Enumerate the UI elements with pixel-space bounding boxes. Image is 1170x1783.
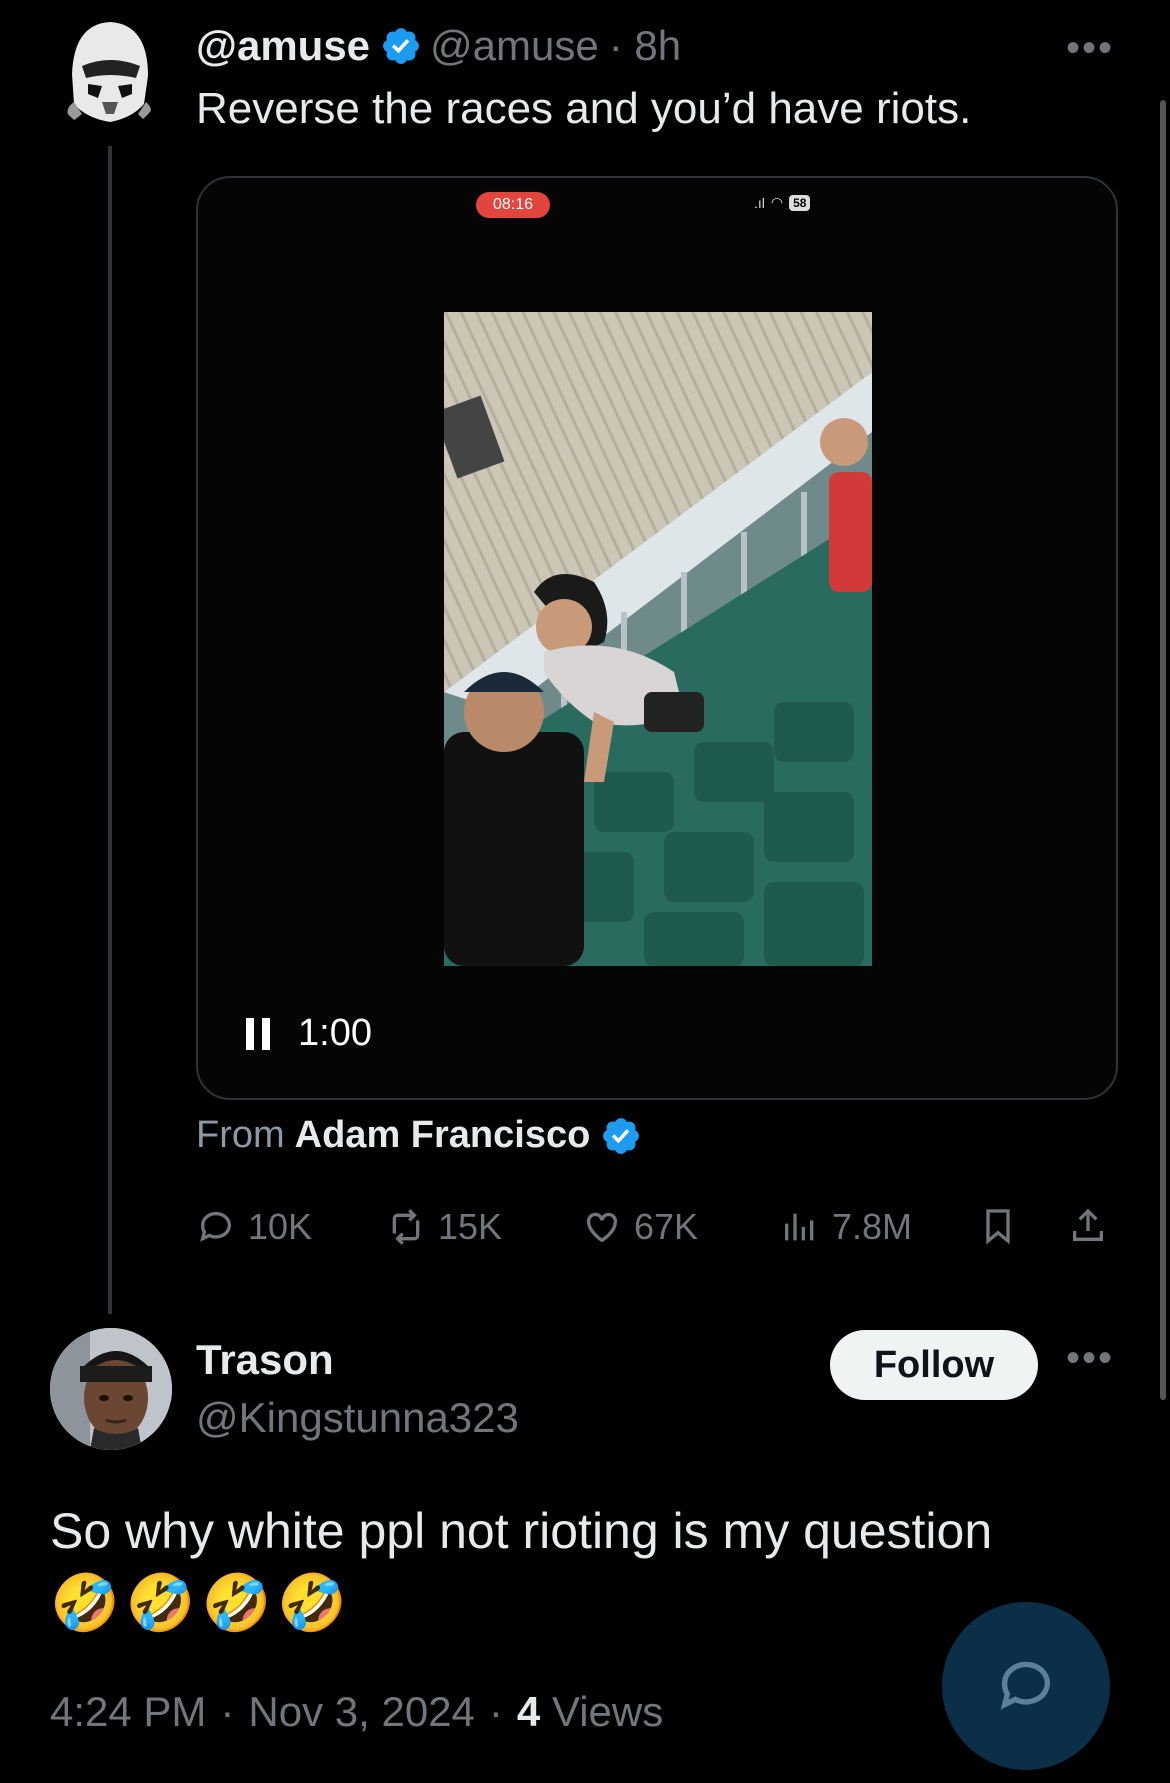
like-button[interactable]: 67K	[582, 1206, 698, 1248]
video-frame[interactable]	[444, 312, 872, 966]
tweet-header: @amuse @amuse · 8h	[196, 22, 681, 70]
share-button[interactable]	[1068, 1206, 1108, 1246]
stadium-video-image	[444, 312, 872, 966]
from-label: From	[196, 1114, 285, 1156]
recording-time-pill: 08:16	[476, 192, 550, 218]
bookmark-icon	[986, 1209, 1010, 1245]
separator: ·	[220, 1688, 235, 1735]
avatar[interactable]	[50, 1328, 172, 1450]
rofl-emoji-icon: 🤣	[277, 1571, 347, 1634]
profile-photo-icon	[50, 1328, 172, 1450]
views-count: 7.8M	[832, 1206, 913, 1247]
separator: ·	[488, 1688, 503, 1735]
bookmark-button[interactable]	[978, 1206, 1018, 1246]
status-icons: .ıl ◠ 58	[754, 194, 811, 211]
views-label: Views	[551, 1688, 664, 1735]
battery-icon: 58	[789, 194, 811, 211]
reply-icon	[200, 1211, 231, 1242]
tweet-text: Reverse the races and you’d have riots.	[196, 84, 972, 133]
pause-icon[interactable]	[246, 1017, 272, 1050]
avatar[interactable]	[52, 14, 164, 132]
views-count: 4	[516, 1688, 541, 1735]
display-name[interactable]: @amuse	[196, 22, 370, 70]
more-icon[interactable]: •••	[1066, 26, 1114, 71]
compose-reply-icon	[1000, 1661, 1050, 1710]
display-name[interactable]: Trason	[196, 1336, 334, 1384]
handle[interactable]: @Kingstunna323	[196, 1394, 519, 1442]
handle: @amuse	[430, 22, 599, 69]
tweet-detail-page: @amuse @amuse · 8h ••• Reverse the races…	[0, 0, 1170, 1783]
thread-line	[108, 146, 112, 1314]
like-icon	[586, 1212, 618, 1243]
share-icon	[1073, 1208, 1103, 1241]
verified-badge-icon	[600, 1115, 642, 1157]
rofl-emoji-icon: 🤣	[201, 1571, 272, 1634]
post-time: 4:24 PM	[50, 1688, 207, 1735]
rofl-emoji-icon: 🤣	[50, 1571, 120, 1634]
reply-text: So why white ppl not rioting is my quest…	[50, 1503, 993, 1559]
post-date: Nov 3, 2024	[248, 1688, 475, 1735]
views-button[interactable]: 7.8M	[780, 1206, 912, 1248]
views-icon	[785, 1213, 814, 1241]
elapsed-time: 1:00	[298, 1012, 372, 1054]
tweet-meta: 4:24 PM · Nov 3, 2024 · 4 Views	[50, 1688, 663, 1736]
more-icon[interactable]: •••	[1066, 1336, 1114, 1381]
verified-badge-icon	[380, 25, 422, 67]
playback-controls: 1:00	[246, 1012, 372, 1055]
compose-reply-button[interactable]	[942, 1602, 1110, 1770]
scrollbar[interactable]	[1160, 100, 1166, 1400]
video-source-attribution: From Adam Francisco	[196, 1114, 650, 1157]
follow-button[interactable]: Follow	[830, 1330, 1038, 1400]
rofl-emoji-icon: 🤣	[125, 1571, 196, 1634]
signal-icon: .ıl	[754, 194, 765, 211]
emoji-row: 🤣 🤣 🤣 🤣	[50, 1570, 347, 1636]
like-count: 67K	[634, 1206, 699, 1247]
timestamp: · 8h	[608, 22, 682, 69]
repost-icon	[392, 1209, 420, 1245]
helmet-avatar-icon	[52, 14, 164, 132]
source-name[interactable]: Adam Francisco	[295, 1114, 591, 1157]
repost-count: 15K	[438, 1206, 503, 1247]
tweet-actions: 10K 15K 67K 7.8M	[196, 1206, 1118, 1258]
video-player[interactable]: 08:16 .ıl ◠ 58 1:00	[196, 176, 1118, 1100]
reply-count: 10K	[248, 1206, 313, 1247]
repost-button[interactable]: 15K	[386, 1206, 502, 1248]
reply-button[interactable]: 10K	[196, 1206, 312, 1248]
wifi-icon: ◠	[770, 194, 784, 210]
